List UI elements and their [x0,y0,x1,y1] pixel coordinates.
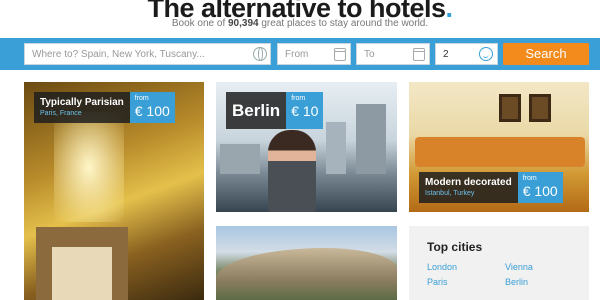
guest-icon [479,47,493,61]
price-amount: € 100 [134,103,170,119]
city-link-paris[interactable]: Paris [427,277,505,288]
listing-location[interactable]: Paris, France [40,109,124,119]
wall-picture [499,94,521,122]
person-photo [268,130,316,212]
listing-name-box: Modern decorated Istanbul, Turkey [419,172,518,203]
listing-title: Modern decorated [425,177,512,188]
subheadline: Book one of 90,394 great places to stay … [0,18,600,29]
wall-picture [529,94,551,122]
skyline-building [220,144,260,174]
city-link-berlin[interactable]: Berlin [505,277,583,288]
guests-value: 2 [443,49,449,60]
top-cities-panel: Top cities London Vienna Paris Berlin [409,226,589,300]
calendar-icon[interactable] [413,48,425,61]
subheadline-pre: Book one of [171,18,228,29]
listing-label[interactable]: Typically Parisian Paris, France from € … [34,92,175,123]
city-hillside [216,248,397,300]
guests-input[interactable]: 2 [435,43,498,65]
price-badge: from € 10 [286,92,324,129]
price-badge: from € 100 [517,172,563,203]
city-link-london[interactable]: London [427,262,505,273]
listing-card-city-view[interactable] [216,226,397,300]
city-link-vienna[interactable]: Vienna [505,262,583,273]
skyline-building [356,104,386,174]
sofa [415,137,585,167]
listing-name-box: Typically Parisian Paris, France [34,92,130,123]
listing-label[interactable]: Modern decorated Istanbul, Turkey from €… [419,172,563,203]
skyline-building [326,122,346,174]
listing-location[interactable]: Istanbul, Turkey [425,189,512,199]
price-from: from [522,175,537,182]
price-amount: € 100 [522,183,558,199]
check-in-placeholder: From [285,49,309,60]
globe-icon [253,47,267,61]
fireplace-opening [52,247,112,300]
listing-label[interactable]: Berlin from € 10 [226,92,324,129]
destination-input[interactable]: Where to? Spain, New York, Tuscany... [24,43,271,65]
check-out-placeholder: To [364,49,375,60]
subheadline-post: great places to stay around the world. [258,18,429,29]
listing-title: Berlin [232,101,281,120]
city-links: London Vienna Paris Berlin [427,262,571,288]
listing-card-berlin[interactable]: Berlin from € 10 [216,82,397,212]
listing-card-istanbul[interactable]: Modern decorated Istanbul, Turkey from €… [409,82,589,212]
price-amount: € 10 [291,103,319,119]
price-from: from [134,95,149,102]
price-from: from [291,95,306,102]
window-light [54,112,124,222]
check-in-input[interactable]: From [277,43,351,65]
listing-count: 90,394 [228,18,259,29]
price-badge: from € 100 [129,92,175,123]
listing-title: Typically Parisian [40,97,124,108]
listing-card-paris[interactable]: Typically Parisian Paris, France from € … [24,82,204,300]
search-button[interactable]: Search [503,43,589,65]
listing-name-box: Berlin [226,92,287,129]
check-out-input[interactable]: To [356,43,430,65]
calendar-icon[interactable] [334,48,346,61]
search-bar: Where to? Spain, New York, Tuscany... Fr… [0,38,600,70]
top-cities-heading: Top cities [427,240,483,254]
